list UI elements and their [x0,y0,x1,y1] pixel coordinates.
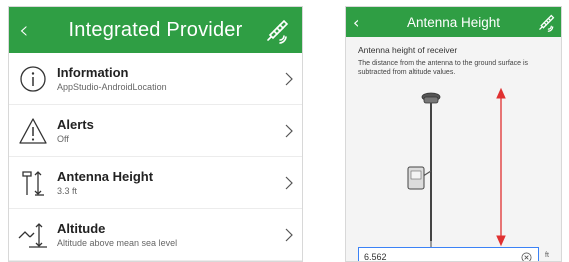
chevron-right-icon [285,72,293,85]
antenna-height-icon [22,170,44,196]
unit-label: ft [545,252,549,259]
chevron-right-icon [285,124,293,137]
chevron-right-icon [285,176,293,189]
list-item-information[interactable]: Information AppStudio-AndroidLocation [9,53,302,105]
list-item-alerts[interactable]: Alerts Off [9,105,302,157]
header-bar: ‹ Antenna Height [346,7,561,37]
info-icon [20,65,46,92]
controller-device-icon [407,166,432,190]
chevron-left-icon: ‹ [353,12,360,32]
satellite-icon[interactable] [264,16,292,44]
antenna-diagram [407,87,506,250]
chevron-right-icon [285,228,293,241]
receiver-antenna-icon [421,92,441,104]
height-value-field[interactable] [364,252,514,261]
settings-list: Information AppStudio-AndroidLocation Al… [9,53,302,261]
section-heading: Antenna height of receiver [358,45,458,55]
satellite-icon[interactable] [537,12,557,32]
clear-icon[interactable] [521,252,532,262]
list-item-title: Alerts [57,117,94,132]
height-arrow [496,87,506,247]
antenna-height-input[interactable] [358,247,539,262]
altitude-icon [18,222,47,248]
back-button[interactable]: ‹ [19,7,29,53]
list-item-title: Antenna Height [57,169,154,184]
list-item-antenna-height[interactable]: Antenna Height 3.3 ft [9,157,302,209]
alert-icon [19,117,47,144]
description-text: The distance from the antenna to the gro… [358,60,529,76]
integrated-provider-screen: ‹ Integrated Provider Information AppStu… [8,6,303,262]
header-bar: ‹ Integrated Provider [9,7,302,53]
list-item-subtitle: 3.3 ft [57,186,78,196]
list-item-subtitle: Altitude above mean sea level [57,238,178,248]
list-item-subtitle: Off [57,134,69,144]
list-item-subtitle: AppStudio-AndroidLocation [57,82,167,92]
page-title: Antenna Height [406,14,501,30]
list-item-altitude[interactable]: Altitude Altitude above mean sea level [9,209,302,261]
content-area: Antenna height of receiver The distance … [346,37,561,262]
list-item-title: Altitude [57,221,106,236]
back-button[interactable]: ‹ [353,7,359,37]
list-item-title: Information [57,65,129,80]
page-title: Integrated Provider [68,18,243,41]
antenna-height-screen: ‹ Antenna Height Antenna height of recei… [345,6,562,262]
chevron-left-icon: ‹ [19,16,29,44]
